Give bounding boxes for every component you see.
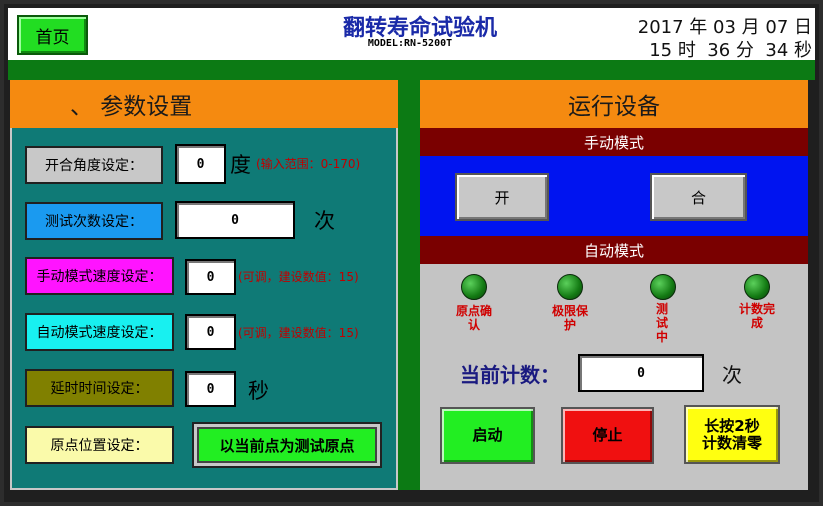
stop-button[interactable]: 停止	[561, 407, 654, 464]
count-complete-lamp	[744, 274, 770, 300]
auto-speed-hint: (可调，建设数值：15)	[238, 326, 359, 340]
test-count-input[interactable]: 0	[175, 201, 295, 239]
reset-count-line2: 计数清零	[701, 433, 762, 452]
manual-speed-input[interactable]: 0	[185, 259, 236, 295]
count-complete-label: 计数完成	[738, 302, 775, 330]
auto-speed-input[interactable]: 0	[185, 314, 236, 350]
testing-label: 测试中	[655, 302, 668, 344]
open-close-angle-label: 开合角度设定：	[25, 146, 163, 184]
test-count-unit: 次	[314, 209, 335, 233]
limit-protect-label: 极限保护	[551, 304, 588, 332]
testing-lamp	[650, 274, 676, 300]
limit-protect-lamp	[557, 274, 583, 300]
manual-speed-hint: (可调，建设数值：15)	[238, 270, 359, 284]
angle-unit: 度	[230, 153, 251, 177]
origin-confirm-label: 原点确认	[455, 304, 492, 332]
header-divider	[8, 60, 815, 80]
run-equipment-title: 运行设备	[420, 80, 808, 128]
origin-position-label: 原点位置设定：	[25, 426, 174, 464]
home-button[interactable]: 首页	[17, 15, 88, 55]
delay-time-label: 延时时间设定：	[25, 369, 174, 407]
model-number: MODEL:RN-5200T	[367, 38, 453, 49]
auto-speed-label: 自动模式速度设定：	[25, 313, 174, 351]
hmi-screen: 首页 翻转寿命试验机 MODEL:RN-5200T 2017 年 03 月 07…	[0, 0, 823, 506]
manual-speed-label: 手动模式速度设定：	[25, 257, 174, 295]
delay-time-input[interactable]: 0	[185, 371, 236, 407]
open-button[interactable]: 开	[455, 173, 549, 221]
delay-time-unit: 秒	[248, 379, 269, 403]
machine-title: 翻转寿命试验机	[342, 15, 497, 41]
set-origin-button[interactable]: 以当前点为测试原点	[192, 422, 382, 468]
current-time: 15 时 36 分 34 秒	[649, 40, 812, 61]
origin-confirm-lamp	[461, 274, 487, 300]
start-button[interactable]: 启动	[440, 407, 535, 464]
panel-divider	[398, 80, 420, 490]
reset-count-button[interactable]: 长按2秒 计数清零	[684, 405, 780, 464]
parameter-settings-title: 、 参数设置	[10, 80, 398, 128]
auto-mode-bar: 自动模式	[420, 236, 808, 264]
reset-count-line1: 长按2秒	[704, 416, 760, 435]
close-button[interactable]: 合	[650, 173, 747, 221]
current-count-value: 0	[578, 354, 704, 392]
current-count-label: 当前计数：	[460, 363, 560, 387]
angle-input[interactable]: 0	[175, 144, 226, 184]
current-count-unit: 次	[722, 363, 742, 387]
test-count-label: 测试次数设定：	[25, 202, 163, 240]
angle-hint: (输入范围：0-170)	[256, 157, 361, 171]
current-date: 2017 年 03 月 07 日	[637, 17, 812, 38]
manual-mode-bar: 手动模式	[420, 128, 808, 156]
